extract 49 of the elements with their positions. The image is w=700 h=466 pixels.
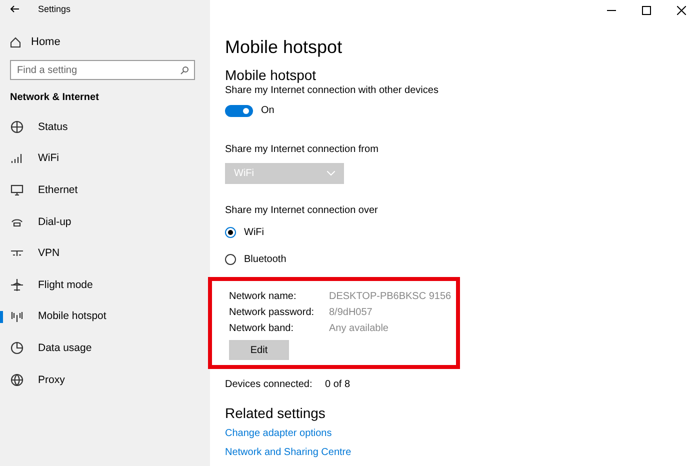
section-heading: Network & Internet: [10, 92, 100, 103]
setting-label: Share my Internet connection over: [225, 204, 379, 217]
search-field[interactable]: Find a setting: [10, 60, 195, 80]
section-heading: Mobile hotspot: [225, 66, 318, 84]
sidebar-item[interactable]: Mobile hotspot: [0, 300, 210, 332]
setting-label: Share my Internet connection from: [225, 143, 380, 156]
info-value: 8/9dH057: [329, 306, 374, 320]
sidebar-item[interactable]: Flight mode: [0, 268, 210, 301]
toggle-switch[interactable]: [225, 104, 253, 116]
search-icon: [180, 66, 189, 75]
sidebar-item[interactable]: VPN: [0, 237, 210, 269]
page-title: Mobile hotspot: [225, 36, 344, 58]
sidebar-item[interactable]: Data usage: [0, 332, 210, 364]
chevron-icon: [327, 171, 335, 176]
settings-link[interactable]: Network and Sharing Centre: [225, 443, 700, 462]
radio-button[interactable]: [225, 254, 236, 265]
monitor-icon: [10, 182, 24, 197]
window-title: Settings: [38, 4, 71, 14]
info-value: Any available: [329, 322, 390, 336]
info-value: 0 of 8: [325, 379, 352, 390]
globe-icon: [10, 372, 24, 387]
home-link[interactable]: Home: [31, 36, 60, 48]
maximize-icon[interactable]: [642, 6, 651, 14]
sidebar-item[interactable]: Ethernet: [0, 174, 210, 206]
info-label: Devices connected:: [225, 379, 314, 390]
status-icon: [10, 120, 24, 134]
info-label: Network password:: [229, 306, 316, 320]
close-icon[interactable]: [677, 6, 686, 14]
airplane-icon: [10, 278, 24, 292]
sidebar-item[interactable]: Dial-up: [0, 206, 210, 238]
back-arrow-icon[interactable]: [10, 5, 20, 13]
info-value: DESKTOP-PB6BKSC 9156: [329, 290, 452, 304]
home-icon: [10, 36, 21, 48]
pie-chart-icon: [10, 340, 24, 355]
hotspot-icon: [10, 309, 24, 324]
radio-label[interactable]: WiFi: [244, 226, 264, 239]
radio-label[interactable]: Bluetooth: [244, 253, 286, 266]
settings-link[interactable]: Change adapter options: [225, 424, 700, 443]
radio-button[interactable]: [225, 227, 236, 238]
edit-button[interactable]: Edit: [229, 340, 289, 360]
signal-bars-icon: [10, 151, 24, 166]
setting-label: Share my Internet connection with other devices: [225, 84, 440, 97]
info-label: Network band:: [229, 322, 294, 336]
toggle-label: On: [261, 104, 274, 117]
info-label: Network name:: [229, 290, 298, 304]
section-heading: Related settings: [225, 404, 326, 422]
sidebar-item[interactable]: WiFi: [0, 142, 210, 174]
sidebar-item[interactable]: Status: [0, 111, 210, 143]
sidebar-item[interactable]: Proxy: [0, 364, 210, 396]
